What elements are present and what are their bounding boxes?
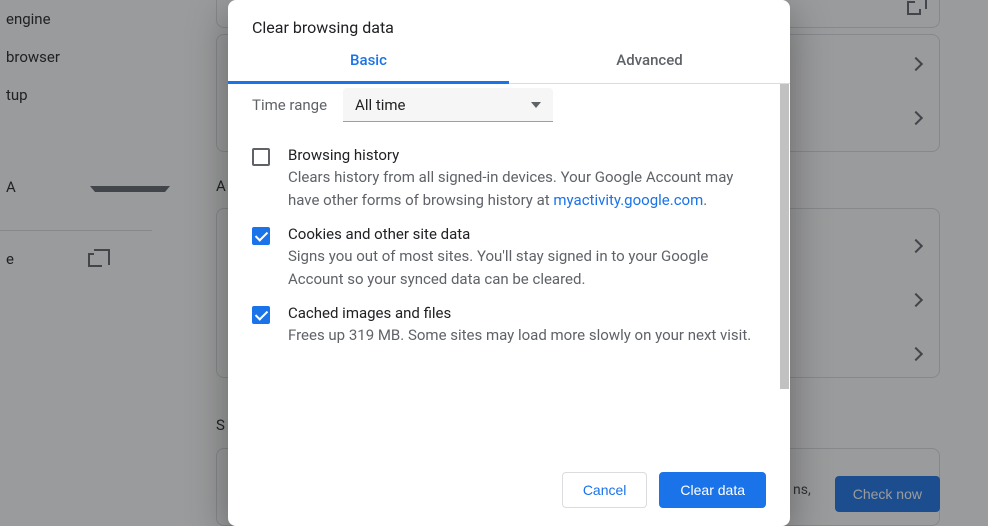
chevron-down-icon xyxy=(531,102,541,108)
checkbox-cookies[interactable] xyxy=(252,227,270,290)
dialog-tabs: Basic Advanced xyxy=(228,51,790,84)
dialog-scroll-area: Time range All time Browsing history Cle… xyxy=(228,84,778,456)
checkbox-cached[interactable] xyxy=(252,306,270,347)
option-description: Frees up 319 MB. Some sites may load mor… xyxy=(288,324,754,347)
cancel-button[interactable]: Cancel xyxy=(562,472,648,508)
checkbox-browsing-history[interactable] xyxy=(252,148,270,211)
option-description: Clears history from all signed-in device… xyxy=(288,166,754,211)
time-range-label: Time range xyxy=(252,96,327,114)
option-cached: Cached images and files Frees up 319 MB.… xyxy=(228,290,778,347)
option-description: Signs you out of most sites. You'll stay… xyxy=(288,245,754,290)
dialog-body: Time range All time Browsing history Cle… xyxy=(228,84,790,456)
clear-browsing-data-dialog: Clear browsing data Basic Advanced Time … xyxy=(228,0,790,526)
scrollbar-thumb[interactable] xyxy=(780,84,789,389)
time-range-select[interactable]: All time xyxy=(343,88,553,122)
time-range-row: Time range All time xyxy=(228,84,778,132)
dialog-actions: Cancel Clear data xyxy=(228,456,790,526)
dialog-title: Clear browsing data xyxy=(228,0,790,51)
option-title: Cached images and files xyxy=(288,304,754,322)
option-title: Browsing history xyxy=(288,146,754,164)
tab-basic[interactable]: Basic xyxy=(228,51,509,84)
option-cookies: Cookies and other site data Signs you ou… xyxy=(228,211,778,290)
tab-advanced[interactable]: Advanced xyxy=(509,51,790,83)
clear-data-button[interactable]: Clear data xyxy=(659,472,766,508)
option-title: Cookies and other site data xyxy=(288,225,754,243)
option-browsing-history: Browsing history Clears history from all… xyxy=(228,132,778,211)
dialog-scrollbar[interactable] xyxy=(778,84,790,456)
time-range-value: All time xyxy=(355,96,405,114)
myactivity-link[interactable]: myactivity.google.com xyxy=(553,191,703,209)
